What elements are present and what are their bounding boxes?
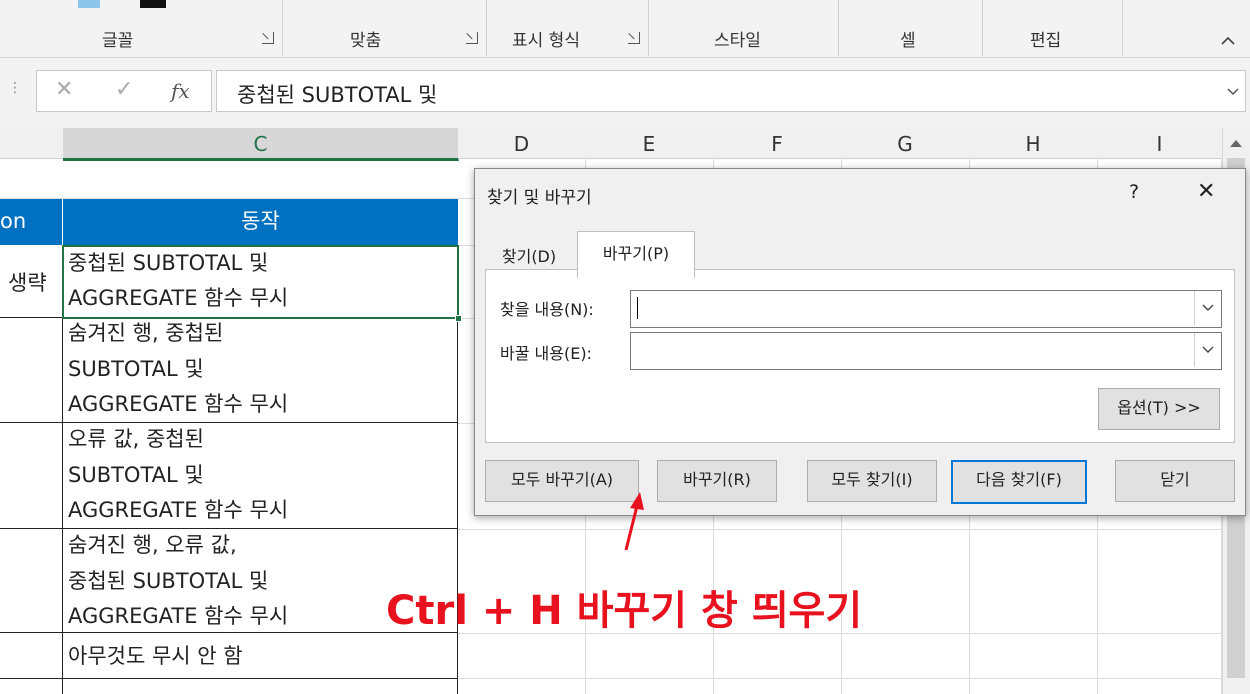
replace-button[interactable]: 바꾸기(R) — [657, 460, 777, 502]
chevron-up-icon[interactable] — [1220, 34, 1236, 46]
cancel-icon[interactable]: ✕ — [55, 77, 73, 102]
options-button[interactable]: 옵션(T) >> — [1098, 388, 1220, 430]
cell-b-value: 생략 — [8, 271, 47, 295]
cell-line: AGGREGATE 함수 무시 — [68, 286, 289, 310]
enter-icon[interactable]: ✓ — [115, 77, 133, 102]
cell-line: SUBTOTAL 및 — [68, 357, 204, 381]
gridline — [458, 678, 1222, 679]
column-header-b[interactable] — [0, 128, 64, 159]
cell-line: 중첩된 SUBTOTAL 및 — [68, 251, 269, 275]
cell-line: 숨겨진 행, 중첩된 — [68, 321, 224, 345]
column-header-h[interactable]: H — [969, 128, 1098, 159]
chevron-down-icon[interactable] — [1227, 87, 1239, 97]
find-label: 찾을 내용(N): — [500, 300, 594, 319]
tab-panel: 찾을 내용(N): 바꿀 내용(E): 옵션(T) >> — [485, 269, 1235, 443]
table-border — [0, 678, 458, 679]
header-cell-b: on — [0, 209, 27, 233]
ribbon: 글꼴 맞춤 표시 형식 스타일 셀 편집 — [0, 0, 1250, 58]
formula-content: 중첩된 SUBTOTAL 및 — [237, 83, 438, 107]
find-replace-dialog: 찾기 및 바꾸기 ? ✕ 찾기(D) 바꾸기(P) 찾을 내용(N): 바꿀 내… — [474, 168, 1246, 516]
ribbon-group-editing: 편집 — [982, 0, 1123, 56]
gridline — [458, 529, 1222, 530]
cell-line: 아무것도 무시 안 함 — [68, 644, 243, 668]
ribbon-group-label: 표시 형식 — [512, 31, 580, 51]
tab-replace[interactable]: 바꾸기(P) — [577, 231, 695, 278]
ribbon-group-cells: 셀 — [838, 0, 983, 56]
header-cell-action: 동작 — [241, 209, 280, 233]
chevron-down-icon[interactable] — [1194, 291, 1221, 325]
drag-handle-icon[interactable]: ⋮ — [8, 80, 22, 96]
column-header-e[interactable]: E — [585, 128, 714, 159]
ribbon-group-label: 편집 — [1030, 31, 1062, 51]
header-divider — [62, 199, 63, 245]
formula-input[interactable]: 중첩된 SUBTOTAL 및 — [216, 70, 1246, 112]
column-header-d[interactable]: D — [458, 128, 586, 159]
column-header-i[interactable]: I — [1097, 128, 1222, 159]
replace-field[interactable] — [630, 332, 1222, 370]
ribbon-group-alignment: 맞춤 — [282, 0, 487, 56]
table-header-row: on 동작 — [0, 199, 458, 245]
ribbon-group-label: 글꼴 — [102, 31, 134, 51]
dialog-launcher-icon[interactable] — [262, 32, 274, 44]
close-button[interactable]: 닫기 — [1115, 460, 1235, 502]
insert-function-icon[interactable]: fx — [171, 79, 190, 103]
close-icon[interactable]: ✕ — [1197, 179, 1215, 204]
cell-line: AGGREGATE 함수 무시 — [68, 498, 289, 522]
dialog-launcher-icon[interactable] — [628, 32, 640, 44]
find-all-button[interactable]: 모두 찾기(I) — [807, 460, 937, 502]
replace-label: 바꿀 내용(E): — [500, 344, 592, 363]
ribbon-group-label: 스타일 — [714, 31, 761, 51]
column-header-c[interactable]: C — [63, 128, 459, 161]
cell-line: 중첩된 SUBTOTAL 및 — [68, 569, 269, 593]
cell-line: AGGREGATE 함수 무시 — [68, 604, 289, 628]
ribbon-group-styles: 스타일 — [648, 0, 839, 56]
find-next-button[interactable]: 다음 찾기(F) — [951, 460, 1087, 504]
ribbon-group-number: 표시 형식 — [486, 0, 649, 56]
text-cursor — [637, 297, 638, 319]
ribbon-group-label: 셀 — [900, 31, 916, 51]
formula-buttons: ✕ ✓ fx — [36, 70, 212, 112]
ribbon-group-font: 글꼴 — [0, 0, 283, 56]
help-button[interactable]: ? — [1129, 181, 1139, 203]
cell-line: 오류 값, 중첩된 — [68, 427, 204, 451]
scroll-up-icon[interactable] — [1229, 138, 1243, 148]
column-header-g[interactable]: G — [841, 128, 970, 159]
ribbon-group-label: 맞춤 — [350, 31, 382, 51]
column-header-f[interactable]: F — [713, 128, 842, 159]
arrow-icon — [624, 492, 644, 551]
dialog-launcher-icon[interactable] — [466, 32, 478, 44]
cell-line: AGGREGATE 함수 무시 — [68, 392, 289, 416]
dialog-title: 찾기 및 바꾸기 — [487, 188, 592, 208]
chevron-down-icon[interactable] — [1194, 333, 1221, 367]
cell-line: 숨겨진 행, 오류 값, — [68, 533, 237, 557]
fill-handle[interactable] — [455, 315, 462, 322]
annotation-caption: Ctrl + H 바꾸기 창 띄우기 — [386, 588, 863, 634]
cell-line: SUBTOTAL 및 — [68, 463, 204, 487]
find-field[interactable] — [630, 290, 1222, 328]
